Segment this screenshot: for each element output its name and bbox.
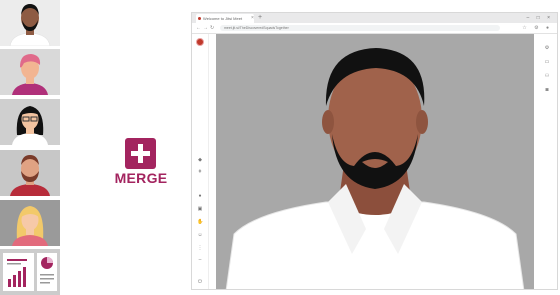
hand-icon[interactable]: ✋: [197, 220, 203, 225]
people-icon[interactable]: ●: [197, 194, 203, 199]
tab-title: Welcome to Jitsi Meet: [203, 16, 243, 21]
browser-window: Welcome to Jitsi Meet × + – □ × ← → ↻ me…: [191, 12, 558, 290]
main-video-stage[interactable]: [216, 34, 534, 289]
reload-button[interactable]: ↻: [210, 23, 214, 33]
thumbnail-man-red-beard[interactable]: [0, 150, 60, 196]
tab-bar: Welcome to Jitsi Meet × + – □ ×: [192, 13, 557, 23]
tab-close-icon[interactable]: ×: [251, 14, 254, 23]
thumbnail-charts-document[interactable]: [0, 249, 60, 295]
thumbnail-woman-pink-hair[interactable]: [0, 49, 60, 95]
right-toolbar: ⚙ ▭ ⚇ ◙: [537, 34, 557, 289]
left-toolbar: ◆ ǂ ● ▣ ✋ ☺ ⋮ – ⏻: [192, 34, 209, 289]
url-input[interactable]: meet.jit.si/TheDiscoveredSquadsTogether: [220, 25, 500, 31]
power-icon[interactable]: ⏻: [197, 280, 203, 285]
camera-icon[interactable]: ◙: [544, 88, 550, 93]
screen-icon[interactable]: ▣: [197, 207, 203, 212]
address-bar-icons[interactable]: ☆ ⚙ ●: [522, 23, 552, 33]
plus-icon-vertical: [138, 144, 143, 163]
back-button[interactable]: ←: [196, 23, 201, 33]
participants-icon[interactable]: ⚇: [544, 74, 550, 79]
merge-label: MERGE: [114, 170, 168, 186]
tag-icon[interactable]: ◆: [197, 158, 203, 163]
merge-button[interactable]: [125, 138, 156, 169]
favicon-icon: [198, 17, 201, 20]
new-tab-button[interactable]: +: [258, 13, 262, 23]
browser-tab[interactable]: Welcome to Jitsi Meet ×: [196, 14, 254, 23]
mic-icon[interactable]: ǂ: [197, 170, 203, 175]
chat-icon[interactable]: ▭: [544, 60, 550, 65]
thumbnail-woman-glasses[interactable]: [0, 99, 60, 145]
jitsi-logo-icon: [196, 38, 204, 46]
participant-thumbnail-strip: [0, 0, 60, 295]
window-controls[interactable]: – □ ×: [527, 13, 554, 23]
address-bar: ← → ↻ meet.jit.si/TheDiscoveredSquadsTog…: [192, 23, 557, 34]
emoji-icon[interactable]: ☺: [197, 233, 203, 238]
divider-icon: –: [198, 257, 202, 263]
forward-button[interactable]: →: [203, 23, 208, 33]
thumbnail-woman-blonde[interactable]: [0, 200, 60, 246]
settings-icon[interactable]: ⚙: [544, 46, 550, 51]
thumbnail-man-beard[interactable]: [0, 0, 60, 46]
more-icon[interactable]: ⋮: [197, 246, 203, 251]
